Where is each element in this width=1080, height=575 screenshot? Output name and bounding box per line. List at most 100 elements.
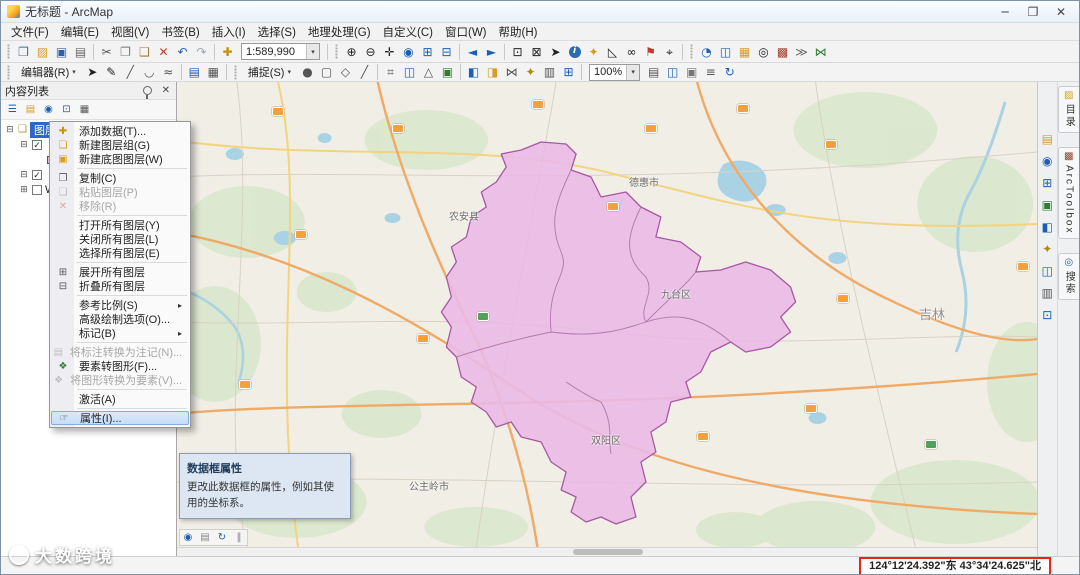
toolbar-grip[interactable] [233, 64, 237, 80]
flicker-tool[interactable]: ⊞ [559, 63, 578, 81]
menubar-item[interactable]: 自定义(C) [377, 23, 439, 40]
context-menu-item[interactable]: 标记(B) ▸ [50, 326, 190, 340]
context-menu-item[interactable]: 参考比例(S) ▸ [50, 298, 190, 312]
context-menu-item[interactable]: ✕ 移除(R) ▸ [50, 199, 190, 214]
editor-menu-button[interactable]: 编辑器(R) ▾ [14, 64, 83, 81]
context-menu-item[interactable]: 关闭所有图层(L) ▸ [50, 232, 190, 246]
menubar-item[interactable]: 视图(V) [105, 23, 155, 40]
arctoolbox-window-button[interactable]: ▩ [773, 43, 792, 61]
toolbar-grip[interactable] [335, 44, 338, 59]
menubar-item[interactable]: 窗口(W) [439, 23, 493, 40]
docked-tool-2[interactable]: ◉ [1039, 152, 1056, 169]
context-menu-item[interactable]: 激活(A) ▸ [50, 392, 190, 406]
collapse-icon[interactable]: ⊟ [19, 169, 29, 180]
edit-tool[interactable]: ➤ [83, 63, 102, 81]
find-route-tool[interactable]: ⚑ [641, 43, 660, 61]
collapse-icon[interactable]: ⊟ [5, 124, 15, 135]
attributes-button[interactable]: ▤ [185, 63, 204, 81]
docked-tool-5[interactable]: ◧ [1039, 218, 1056, 235]
toc-close-icon[interactable]: ✕ [160, 85, 172, 96]
sketch-properties-button[interactable]: ▦ [204, 63, 223, 81]
cut-button[interactable]: ✂ [97, 43, 116, 61]
context-menu-item[interactable]: ⊟ 折叠所有图层 ▸ [50, 279, 190, 294]
python-window-button[interactable]: ≫ [792, 43, 811, 61]
layer-visibility-checkbox[interactable] [32, 184, 42, 195]
docked-tool-4[interactable]: ▣ [1039, 196, 1056, 213]
docked-tool-1[interactable]: ▤ [1039, 130, 1056, 147]
menubar-item[interactable]: 编辑(E) [55, 23, 105, 40]
combo-dropdown-icon[interactable]: ▾ [306, 44, 319, 59]
snap-vertex-button[interactable]: ◇ [336, 63, 355, 81]
docked-tool-3[interactable]: ⊞ [1039, 174, 1056, 191]
measure-tool[interactable]: ◺ [603, 43, 622, 61]
back-extent-button[interactable]: ◄ [463, 43, 482, 61]
list-by-visibility-button[interactable]: ◉ [40, 102, 57, 118]
context-menu-item[interactable]: 选择所有图层(E) ▸ [50, 246, 190, 260]
snap-point-button[interactable]: ● [298, 63, 317, 81]
layer-visibility-checkbox[interactable]: ✓ [32, 169, 42, 180]
time-slider-button[interactable]: ◔ [697, 43, 716, 61]
toolbar-grip[interactable] [690, 44, 693, 59]
toc-options-button[interactable]: ▦ [76, 102, 93, 118]
intersect-tool[interactable]: ⋈ [502, 63, 521, 81]
data-view-button[interactable]: ◉ [180, 530, 196, 545]
menubar-item[interactable]: 地理处理(G) [302, 23, 377, 40]
go-to-xy-tool[interactable]: ⌖ [660, 43, 679, 61]
context-menu-item[interactable]: ▤ 将标注转换为注记(N)... ▸ [50, 345, 190, 360]
menubar-item[interactable]: 选择(S) [252, 23, 302, 40]
maximize-button[interactable]: ❐ [1019, 3, 1047, 21]
save-button[interactable]: ▣ [52, 43, 71, 61]
docked-tool-8[interactable]: ▥ [1039, 284, 1056, 301]
collapse-icon[interactable]: ⊟ [19, 139, 29, 150]
toolbar-grip[interactable] [7, 44, 10, 59]
zoom-in-tool[interactable]: ⊕ [342, 43, 361, 61]
snapping-menu-button[interactable]: 捕捉(S) ▾ [241, 64, 298, 81]
split-tool[interactable]: ╱ [121, 63, 140, 81]
docked-tool-7[interactable]: ◫ [1039, 262, 1056, 279]
topology-tool[interactable]: ⌗ [381, 63, 400, 81]
html-popup-tool[interactable]: ✦ [584, 43, 603, 61]
sketch-tool[interactable]: ✎ [102, 63, 121, 81]
toolbar-grip[interactable] [7, 64, 10, 80]
search-window-button[interactable]: ◎ [754, 43, 773, 61]
paste-button[interactable]: ❑ [135, 43, 154, 61]
snap-end-button[interactable]: ▢ [317, 63, 336, 81]
zoom-level-combo[interactable]: 100% ▾ [588, 63, 641, 81]
dock-tab[interactable]: ▩ ArcToolbox [1057, 147, 1079, 240]
forward-extent-button[interactable]: ► [482, 43, 501, 61]
context-menu-item[interactable]: ❖ 将图形转换为要素(V)... ▸ [50, 373, 190, 388]
docked-tool-9[interactable]: ⊡ [1039, 306, 1056, 323]
dock-tab[interactable]: ◎ 搜索 [1057, 253, 1079, 301]
zoom-out-tool[interactable]: ⊖ [361, 43, 380, 61]
close-button[interactable]: ✕ [1047, 3, 1075, 21]
list-by-source-button[interactable]: ▤ [22, 102, 39, 118]
context-menu-item[interactable]: 高级绘制选项(O)... ▸ [50, 312, 190, 326]
context-menu-item[interactable]: ❖ 要素转图形(F)... ▸ [50, 359, 190, 374]
shared-features-button[interactable]: ▣ [438, 63, 457, 81]
menubar-item[interactable]: 插入(I) [206, 23, 252, 40]
context-menu-item[interactable]: ▣ 新建底图图层(W) ▸ [50, 152, 190, 167]
context-menu-item[interactable]: ☞ 属性(I)... ▸ [51, 411, 189, 425]
combo-dropdown-icon[interactable]: ▾ [626, 64, 640, 80]
refresh-view-button[interactable]: ↻ [214, 530, 230, 545]
context-menu-item[interactable]: 打开所有图层(Y) ▸ [50, 218, 190, 232]
delete-button[interactable]: ✕ [154, 43, 173, 61]
menubar-item[interactable]: 帮助(H) [493, 23, 544, 40]
effects-tool[interactable]: ✦ [521, 63, 540, 81]
full-extent-button[interactable]: ◉ [399, 43, 418, 61]
add-data-button[interactable]: ✚ [218, 43, 237, 61]
layout-view-button[interactable]: ▤ [197, 530, 213, 545]
context-menu-item[interactable]: ❏ 新建图层组(G) ▸ [50, 138, 190, 153]
clear-selection-button[interactable]: ⊠ [527, 43, 546, 61]
refresh-button[interactable]: ↻ [720, 63, 739, 81]
minimize-button[interactable]: ─ [991, 3, 1019, 21]
menubar-item[interactable]: 文件(F) [5, 23, 55, 40]
fixed-zoom-out-button[interactable]: ⊟ [437, 43, 456, 61]
expand-icon[interactable]: ⊞ [19, 184, 29, 195]
data-driven-pages-button[interactable]: ◫ [663, 63, 682, 81]
clip-tool[interactable]: ◧ [464, 63, 483, 81]
context-menu-item[interactable]: ⊞ 展开所有图层 ▸ [50, 265, 190, 280]
context-menu-item[interactable]: ✚ 添加数据(T)... ▸ [50, 124, 190, 139]
copy-button[interactable]: ❐ [116, 43, 135, 61]
auto-hide-pin-icon[interactable] [142, 86, 152, 99]
